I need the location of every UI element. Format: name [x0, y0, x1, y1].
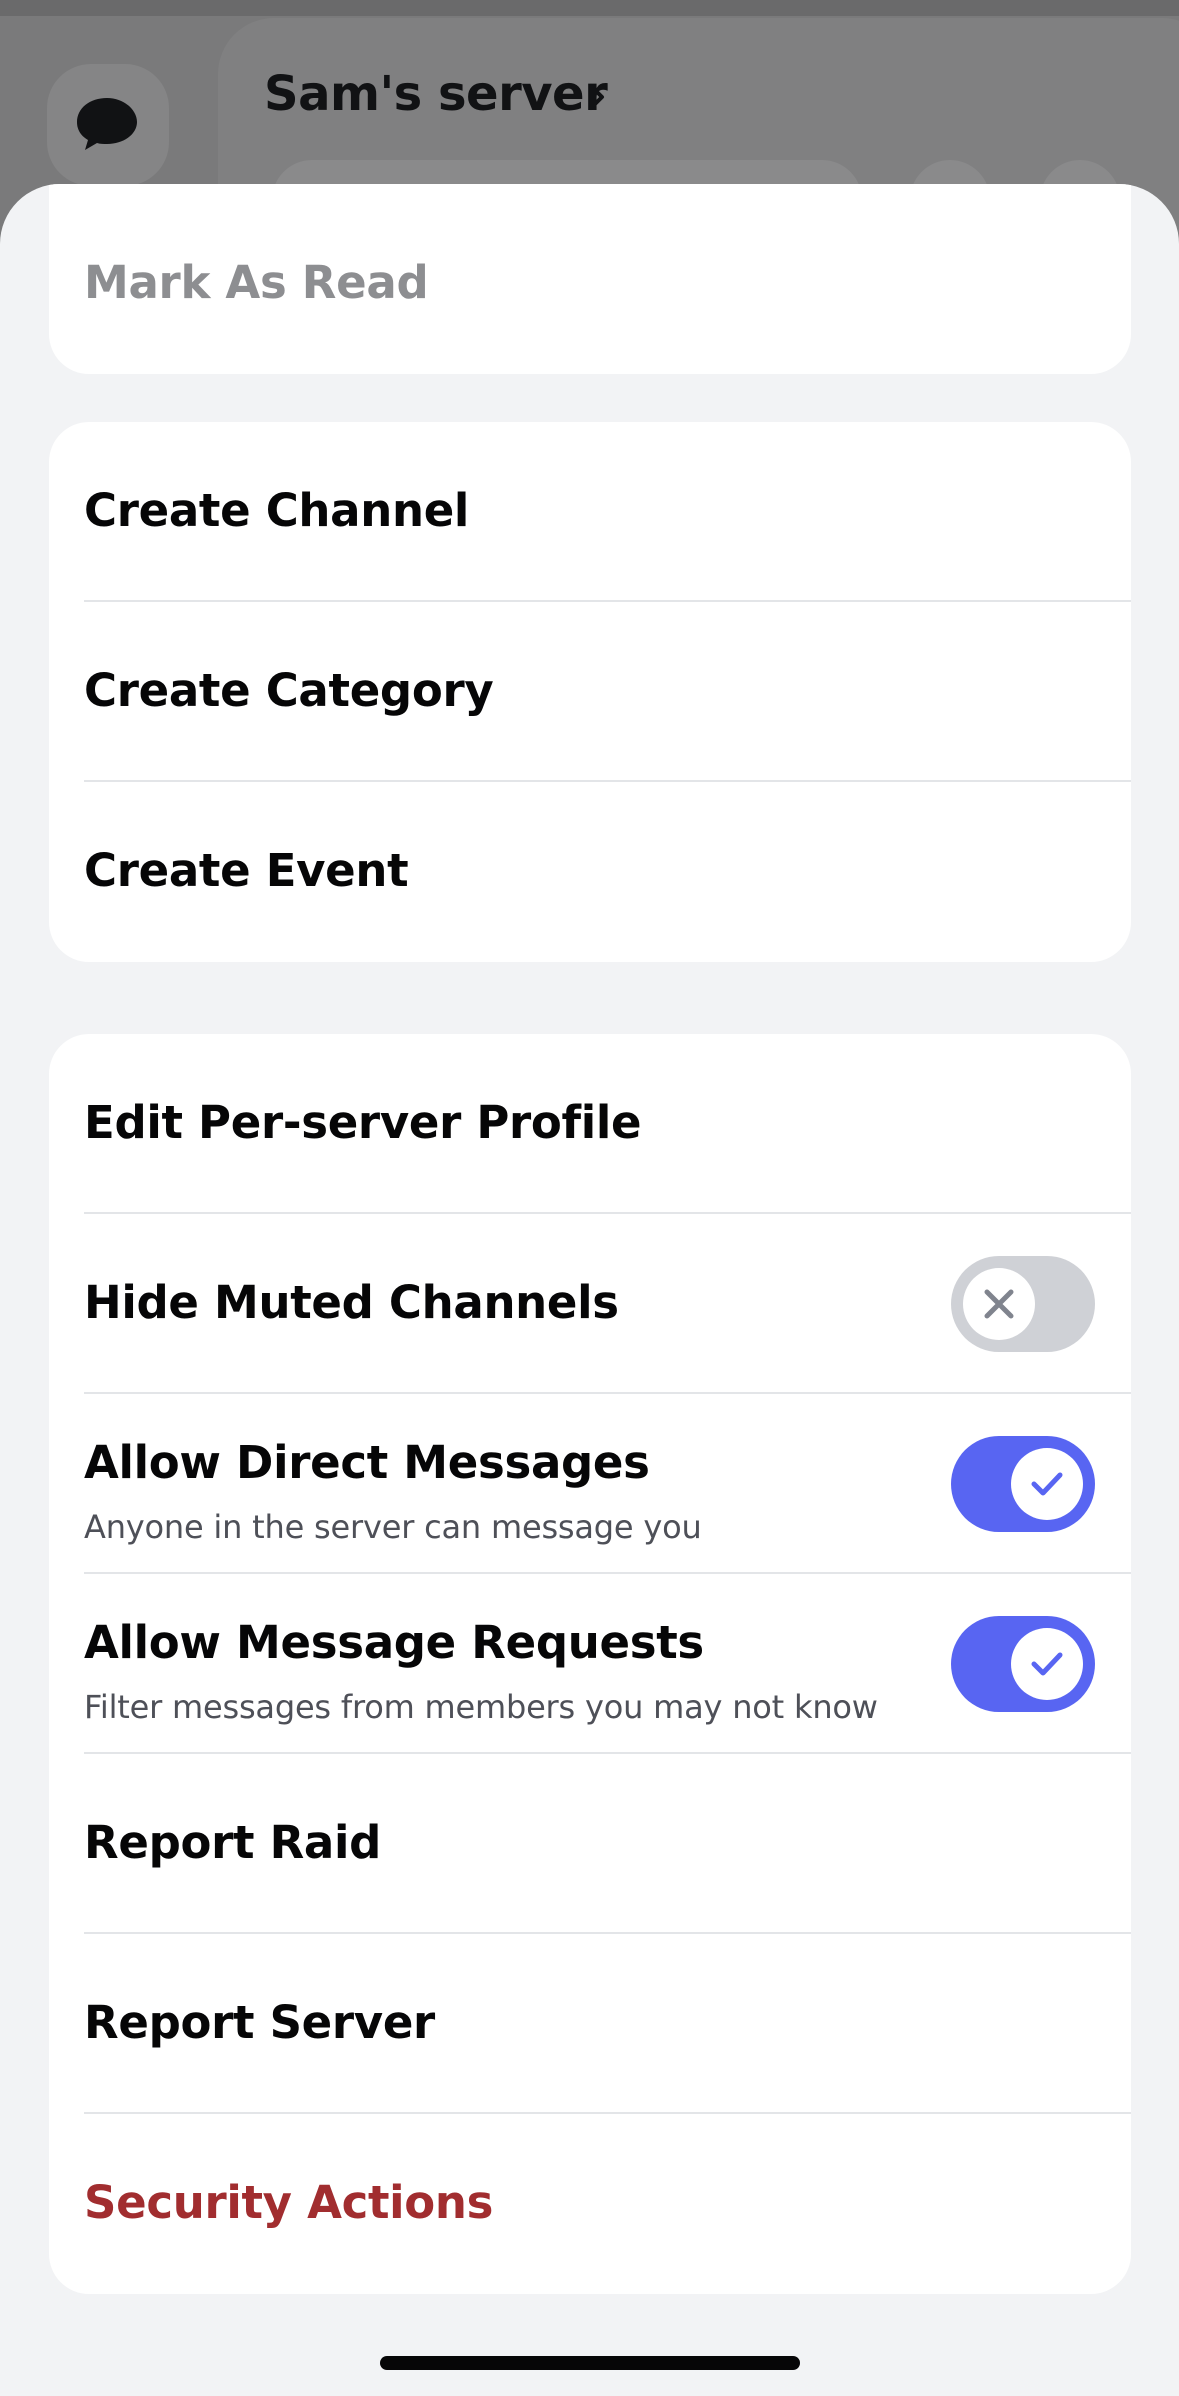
security-actions-item[interactable]: Security Actions — [49, 2114, 1131, 2294]
report-server-label: Report Server — [84, 1996, 435, 2049]
checkmark-icon — [1031, 1472, 1063, 1496]
allow-message-requests-item: Allow Message Requests Filter messages f… — [49, 1574, 1131, 1754]
create-category-label: Create Category — [84, 664, 494, 717]
allow-direct-messages-item: Allow Direct Messages Anyone in the serv… — [49, 1394, 1131, 1574]
allow-requests-label: Allow Message Requests — [84, 1616, 704, 1669]
chat-bubble-icon — [77, 98, 137, 150]
card-settings: Edit Per-server Profile Hide Muted Chann… — [49, 1034, 1131, 2294]
allow-dms-toggle[interactable] — [951, 1436, 1095, 1532]
security-actions-label: Security Actions — [84, 2176, 494, 2229]
report-raid-label: Report Raid — [84, 1816, 382, 1869]
dm-button[interactable] — [47, 64, 169, 186]
toggle-knob — [963, 1268, 1035, 1340]
allow-requests-toggle[interactable] — [951, 1616, 1095, 1712]
card-read: Mark As Read — [49, 184, 1131, 374]
create-event-label: Create Event — [84, 844, 409, 897]
create-channel-label: Create Channel — [84, 484, 470, 537]
toggle-knob — [1011, 1628, 1083, 1700]
mark-as-read-item[interactable]: Mark As Read — [49, 194, 1131, 374]
report-raid-item[interactable]: Report Raid — [49, 1754, 1131, 1934]
hide-muted-label: Hide Muted Channels — [84, 1276, 619, 1329]
chevron-right-icon — [589, 84, 604, 110]
create-channel-item[interactable]: Create Channel — [49, 422, 1131, 602]
toggle-knob — [1011, 1448, 1083, 1520]
allow-dms-description: Anyone in the server can message you — [84, 1508, 702, 1546]
checkmark-icon — [1031, 1652, 1063, 1676]
server-action-sheet: Mark As Read Create Channel Create Categ… — [0, 184, 1179, 2396]
edit-per-server-profile-item[interactable]: Edit Per-server Profile — [49, 1034, 1131, 1214]
allow-requests-description: Filter messages from members you may not… — [84, 1688, 878, 1726]
edit-profile-label: Edit Per-server Profile — [84, 1096, 642, 1149]
report-server-item[interactable]: Report Server — [49, 1934, 1131, 2114]
allow-dms-label: Allow Direct Messages — [84, 1436, 650, 1489]
hide-muted-channels-item: Hide Muted Channels — [49, 1214, 1131, 1394]
hide-muted-toggle[interactable] — [951, 1256, 1095, 1352]
x-icon — [984, 1289, 1014, 1319]
server-title[interactable]: Sam's server — [264, 66, 608, 122]
home-indicator — [380, 2356, 800, 2370]
mark-as-read-label: Mark As Read — [84, 256, 429, 309]
create-category-item[interactable]: Create Category — [49, 602, 1131, 782]
create-event-item[interactable]: Create Event — [49, 782, 1131, 962]
status-bar-area — [0, 0, 1179, 16]
card-create: Create Channel Create Category Create Ev… — [49, 422, 1131, 962]
